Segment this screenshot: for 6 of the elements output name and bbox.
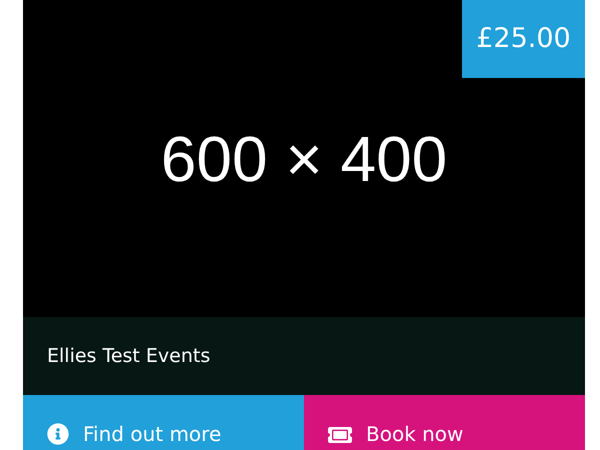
info-icon: [47, 423, 69, 445]
book-now-button[interactable]: Book now: [304, 395, 585, 450]
event-title: Ellies Test Events: [47, 344, 210, 369]
image-size-label: 600 × 400: [160, 122, 448, 196]
price-badge: £25.00: [462, 0, 585, 78]
find-out-more-button[interactable]: Find out more: [23, 395, 304, 450]
